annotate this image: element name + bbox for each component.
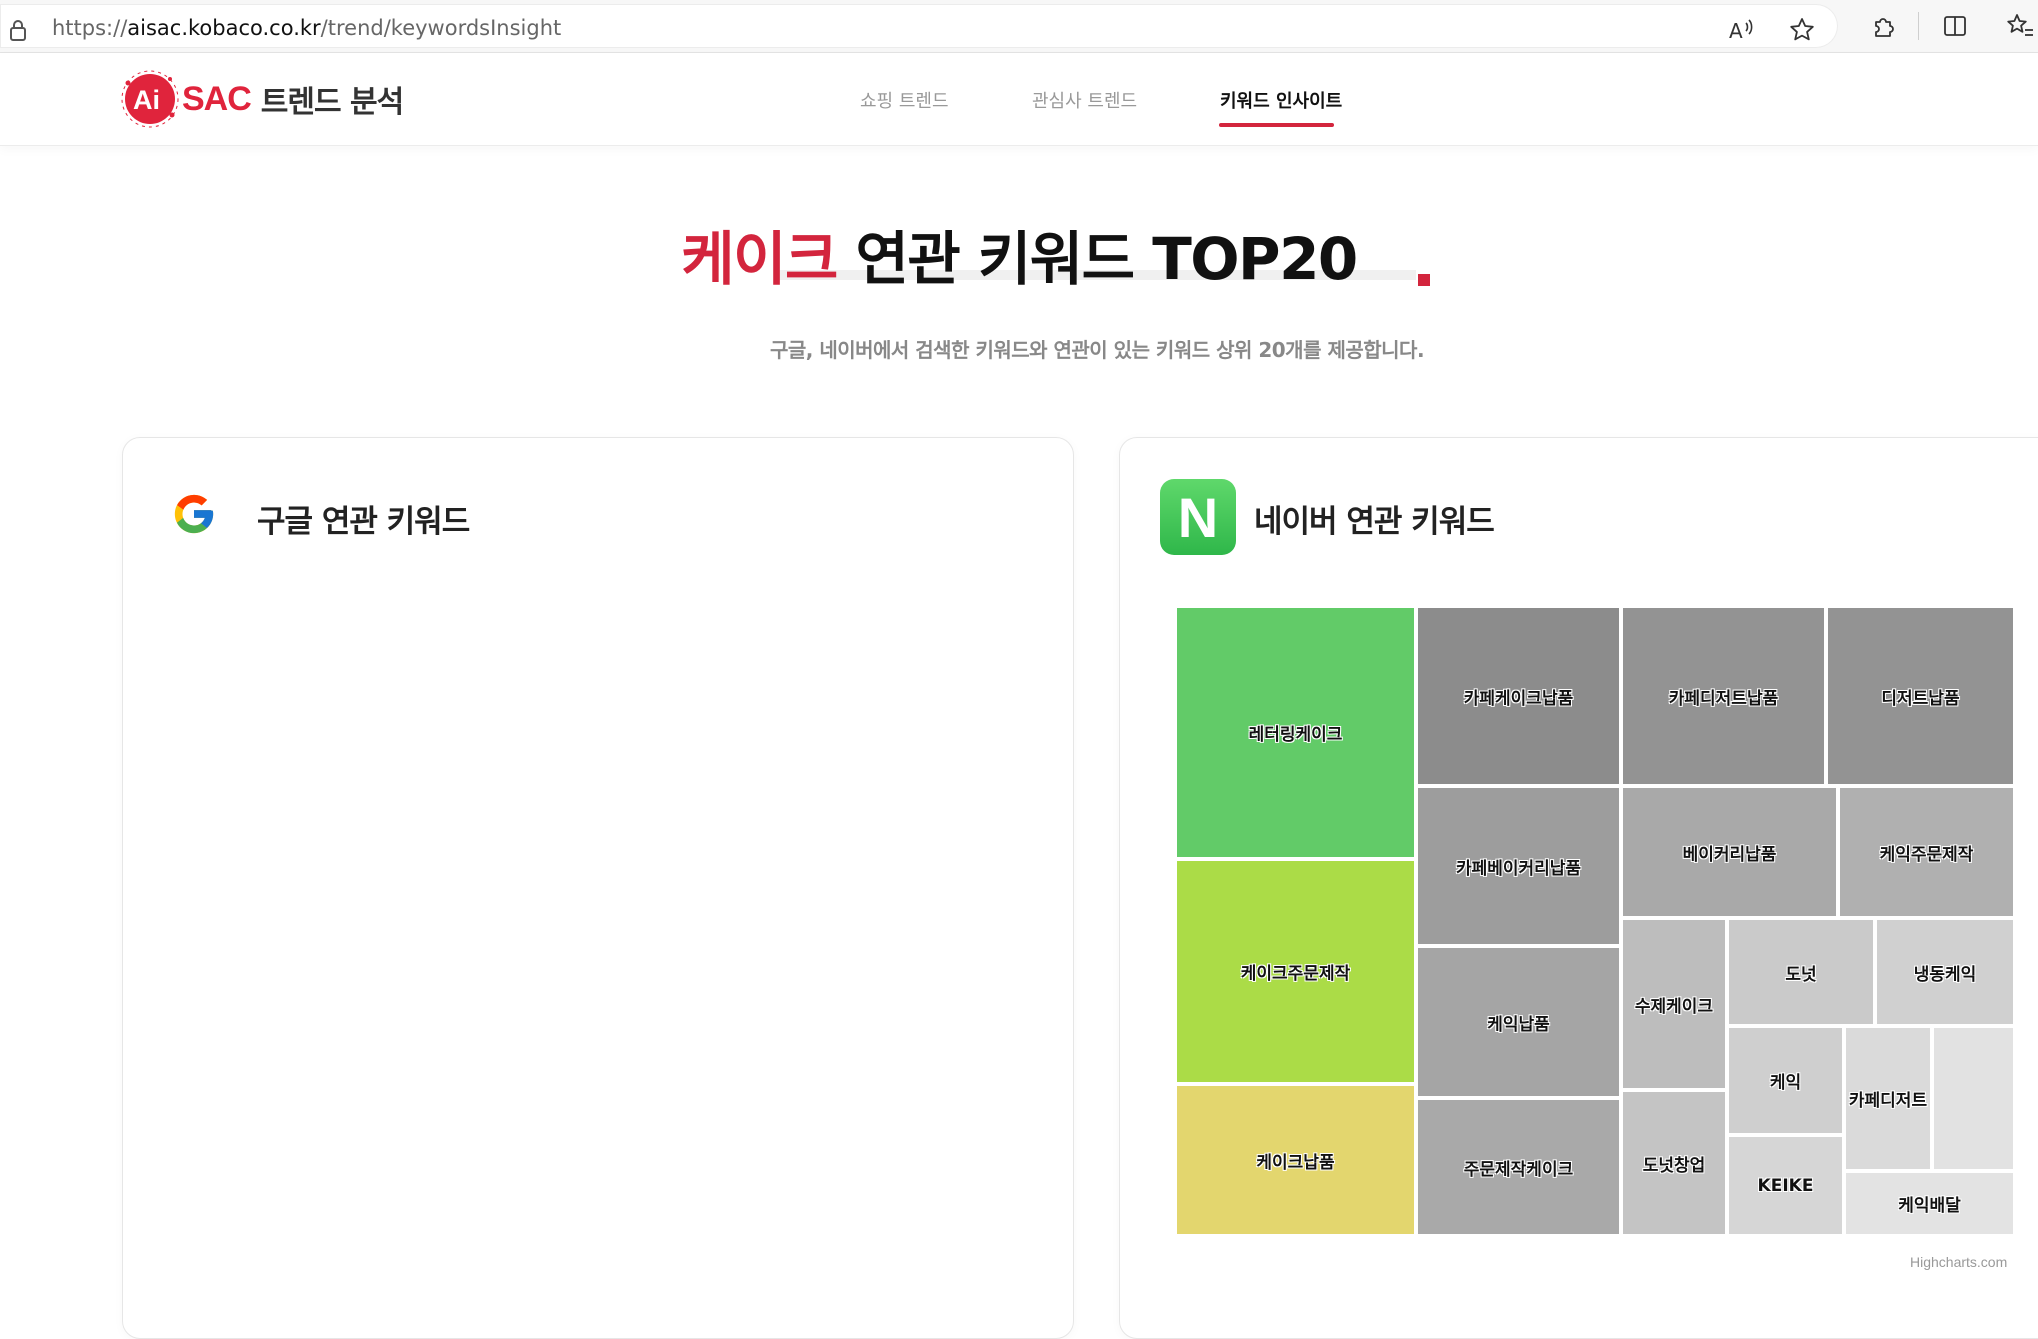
treemap-cell[interactable] — [1932, 1026, 2015, 1171]
treemap-cell[interactable]: 레터링케이크 — [1175, 606, 1416, 859]
treemap-cell[interactable]: 주문제작케이크 — [1416, 1098, 1621, 1236]
treemap-cell[interactable]: KEIKE — [1727, 1135, 1844, 1236]
favorite-star-icon[interactable] — [1788, 16, 1816, 44]
extensions-icon[interactable] — [1870, 12, 1898, 40]
url-scheme: https:// — [52, 16, 128, 40]
logo-sac: SAC — [182, 79, 252, 118]
title-keyword: 케이크 — [681, 225, 838, 293]
url-path: /trend/keywordsInsight — [320, 16, 562, 40]
google-icon — [174, 494, 214, 534]
treemap-cell[interactable]: 케이크주문제작 — [1175, 859, 1416, 1084]
aisac-logo-mark: Ai — [121, 70, 179, 128]
treemap-cell[interactable]: 케이크납품 — [1175, 1084, 1416, 1236]
logo-title: 트렌드 분석 — [260, 85, 404, 120]
split-screen-icon[interactable] — [1941, 12, 1969, 40]
treemap-cell[interactable]: 카페베이커리납품 — [1416, 786, 1621, 946]
treemap-cell[interactable]: 냉동케익 — [1875, 918, 2015, 1026]
google-keywords-card: 구글 연관 키워드 — [122, 437, 1074, 1339]
url-text[interactable]: https://aisac.kobaco.co.kr/trend/keyword… — [52, 16, 561, 40]
page-title: 케이크 연관 키워드 TOP20 — [0, 212, 2038, 296]
treemap-cell[interactable]: 케익주문제작 — [1838, 786, 2015, 918]
toolbar-separator — [1918, 12, 1919, 40]
logo-letters: Ai — [133, 85, 160, 115]
page-subtitle: 구글, 네이버에서 검색한 키워드와 연관이 있는 키워드 상위 20개를 제공… — [769, 338, 1425, 362]
nav-active-indicator — [1219, 123, 1334, 127]
address-bar[interactable]: https://aisac.kobaco.co.kr/trend/keyword… — [0, 4, 1838, 48]
aisac-logo[interactable]: Ai SAC 트렌드 분석 — [120, 69, 404, 129]
treemap-cell[interactable]: 케익 — [1727, 1026, 1844, 1135]
treemap-cell[interactable]: 도넛창업 — [1621, 1090, 1727, 1236]
treemap-cell[interactable]: 케익배달 — [1844, 1171, 2015, 1236]
favorites-icon[interactable] — [2006, 12, 2034, 40]
svg-text:A: A — [1729, 19, 1743, 43]
naver-icon: N — [1160, 479, 1236, 555]
nav-shopping-trend[interactable]: 쇼핑 트렌드 — [860, 87, 949, 113]
treemap-cell[interactable]: 베이커리납품 — [1621, 786, 1838, 918]
read-aloud-icon[interactable]: A — [1728, 16, 1756, 44]
treemap-cell[interactable]: 수제케이크 — [1621, 918, 1727, 1090]
treemap-cell[interactable]: 케익납품 — [1416, 946, 1621, 1098]
title-dot — [1418, 274, 1430, 286]
nav-keyword-insight[interactable]: 키워드 인사이트 — [1220, 87, 1342, 113]
nav-interest-trend[interactable]: 관심사 트렌드 — [1032, 87, 1137, 113]
naver-keyword-treemap: 레터링케이크 케이크주문제작 케이크납품 카페케이크납품 카페디저트납품 디저트납품카페베… — [1175, 606, 2015, 1236]
treemap-cell[interactable]: 카페디저트 — [1844, 1026, 1932, 1171]
browser-toolbar: https://aisac.kobaco.co.kr/trend/keyword… — [0, 0, 2038, 53]
site-header: Ai SAC 트렌드 분석 쇼핑 트렌드 관심사 트렌드 키워드 인사이트 — [0, 53, 2038, 146]
url-host: aisac.kobaco.co.kr — [127, 16, 321, 40]
treemap-cell[interactable]: 디저트납품 — [1826, 606, 2015, 786]
lock-icon[interactable] — [8, 18, 28, 46]
google-card-title: 구글 연관 키워드 — [257, 504, 470, 540]
treemap-cell[interactable]: 도넛 — [1727, 918, 1875, 1026]
naver-card-title: 네이버 연관 키워드 — [1254, 504, 1495, 540]
treemap-cell[interactable]: 카페디저트납품 — [1621, 606, 1826, 786]
highcharts-credits[interactable]: Highcharts.com — [1910, 1254, 2007, 1270]
treemap-cell[interactable]: 카페케이크납품 — [1416, 606, 1621, 786]
title-text: 연관 키워드 TOP20 — [836, 225, 1359, 293]
